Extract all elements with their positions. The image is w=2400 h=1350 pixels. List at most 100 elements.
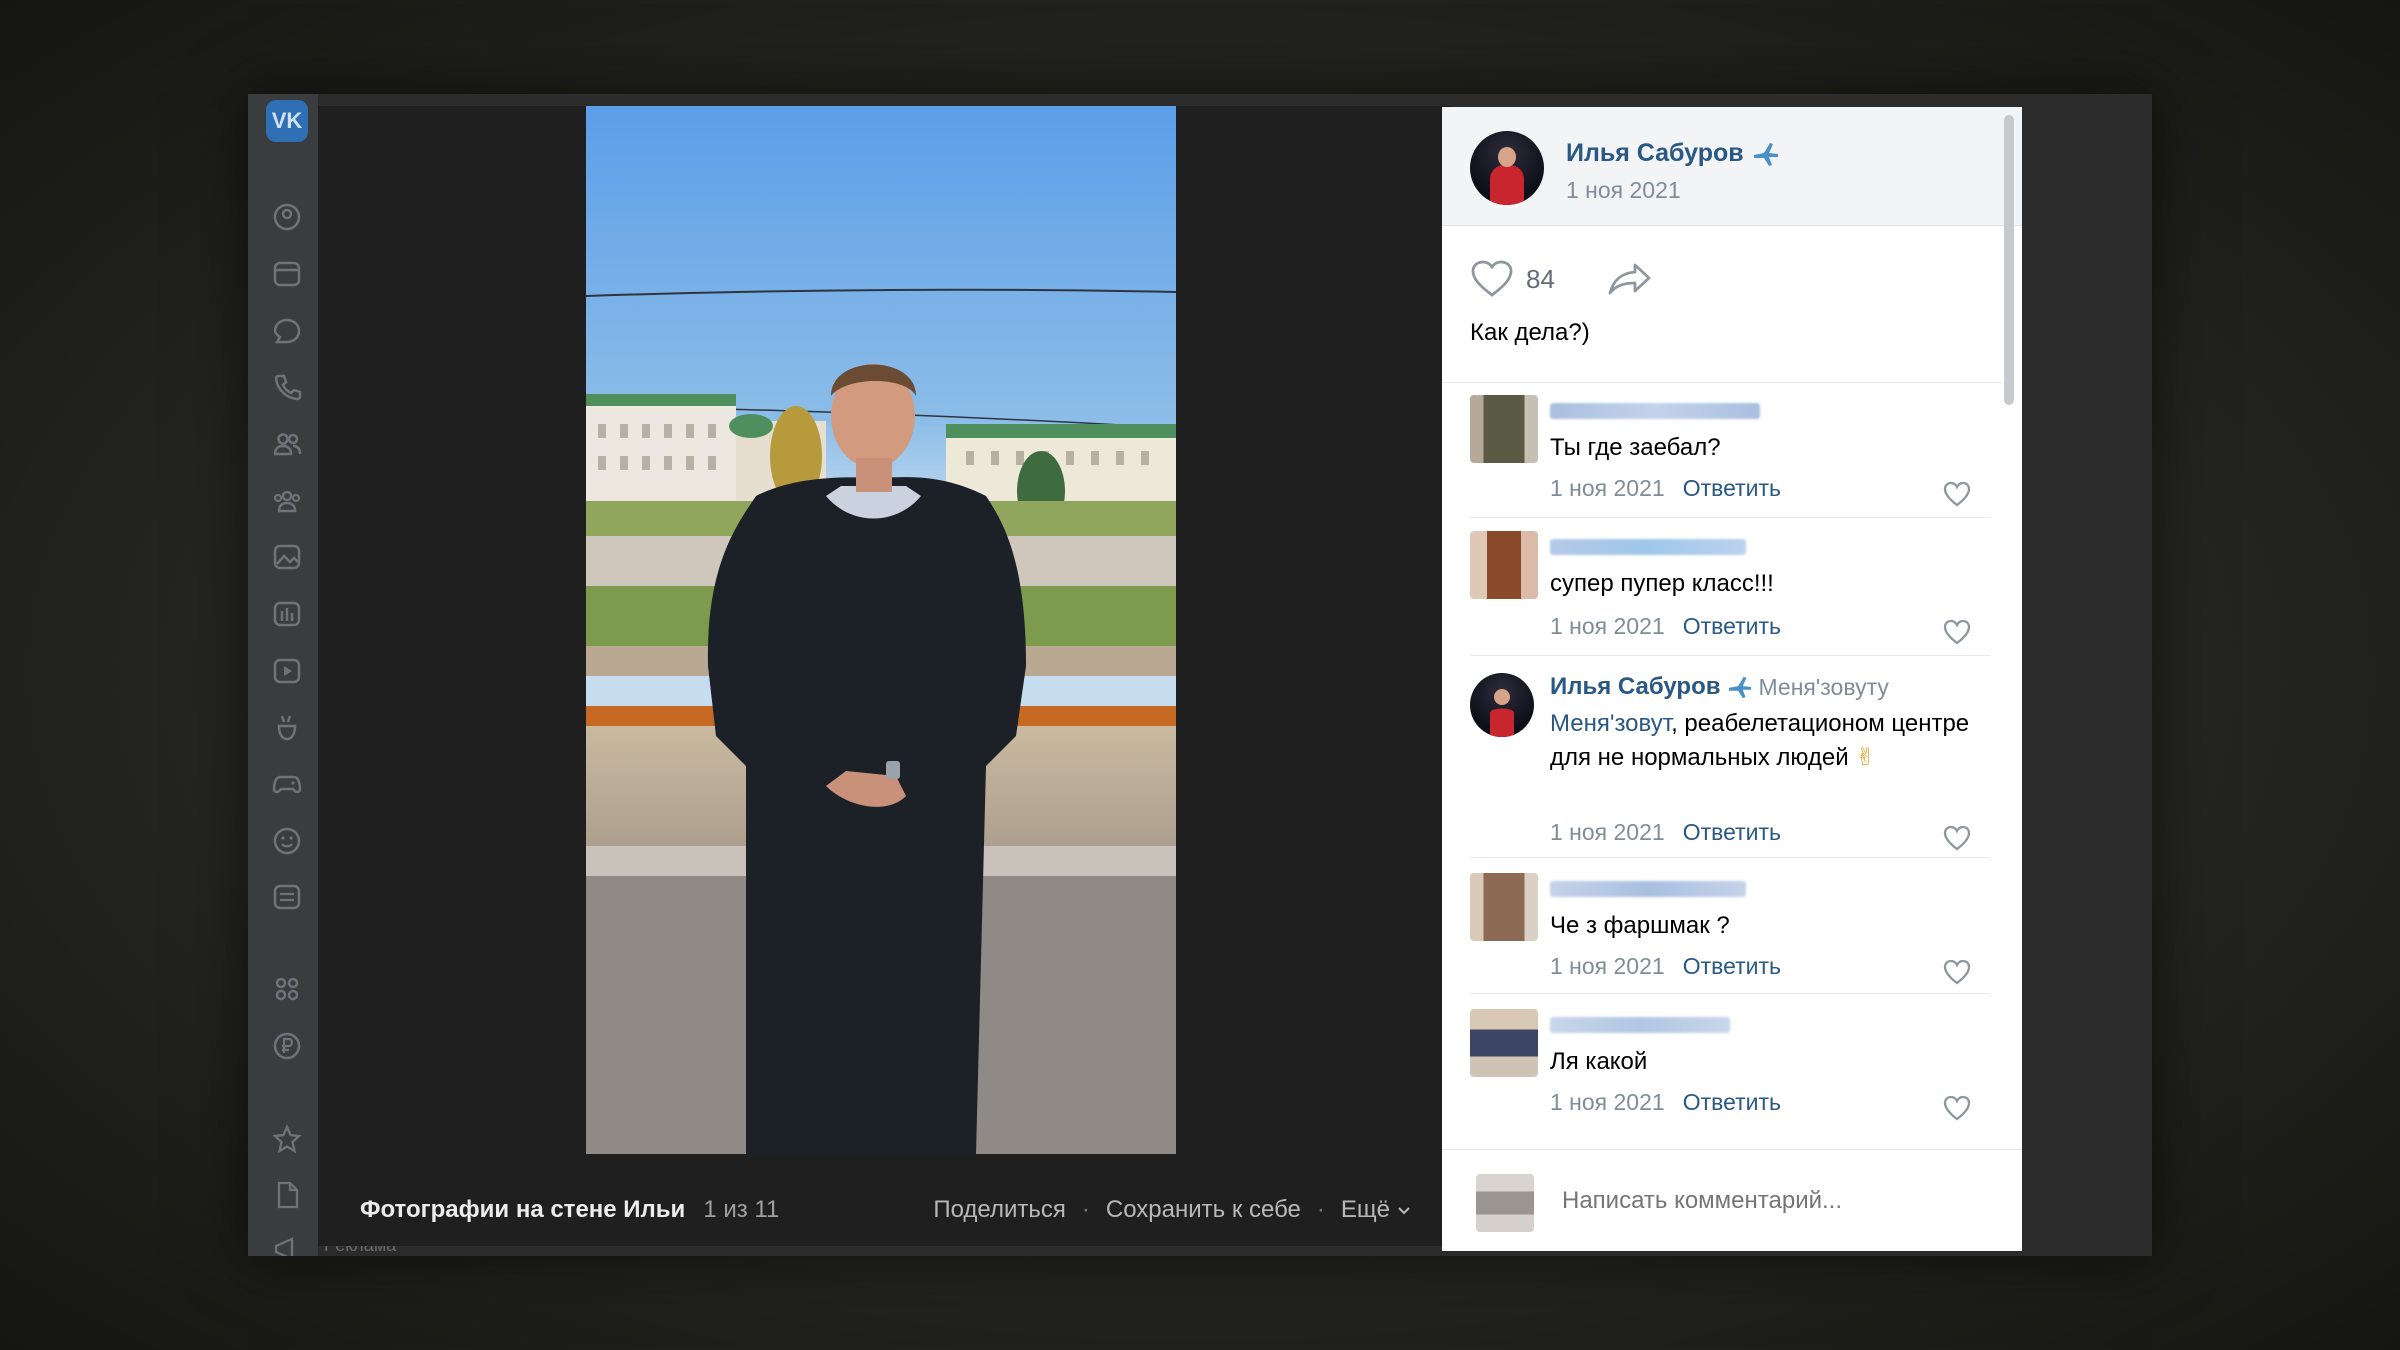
comment-date[interactable]: 1 ноя 2021 [1550,819,1665,845]
scrollbar[interactable] [2004,115,2014,405]
mention-link[interactable]: Меня'зовут [1550,710,1671,737]
comment-item: Че з фаршмак ? 1 ноя 2021 Ответить [1470,873,1990,985]
post-side-panel: Илья Сабуров 1 ноя 2021 84 Как дела?) Ты… [1442,107,2022,1251]
comment-meta: 1 ноя 2021 Ответить [1550,1089,1781,1116]
commenter-name-blurred[interactable] [1550,1017,1730,1033]
comment-like-icon[interactable] [1942,1093,1972,1123]
photo-image [586,106,1176,1154]
comment-like-icon[interactable] [1942,823,1972,853]
album-title[interactable]: Фотографии на стене Ильи [360,1196,685,1224]
comment-like-icon[interactable] [1942,957,1972,987]
comment-item: Илья Сабуров Меня'зовуту Меня'зовут, реа… [1470,673,1990,873]
vk-pay-icon[interactable] [272,1031,302,1061]
share-button[interactable]: Поделиться [933,1196,1066,1224]
reply-to-name[interactable]: Меня'зовуту [1759,674,1889,701]
comment-composer [1442,1149,2022,1251]
chevron-down-icon [1398,1207,1410,1215]
commenter-name-blurred[interactable] [1550,403,1760,419]
comment-text: Ты где заебал? [1550,434,1721,461]
separator: · [1081,1196,1090,1223]
divider [1470,655,1990,656]
comment-date[interactable]: 1 ноя 2021 [1550,953,1665,979]
comment-author-name: Илья Сабуров [1550,673,1721,700]
post-actions: 84 [1470,259,1653,299]
reply-button[interactable]: Ответить [1683,613,1781,639]
comment-date[interactable]: 1 ноя 2021 [1550,613,1665,639]
communities-icon[interactable] [272,486,302,516]
commenter-avatar[interactable] [1470,673,1534,737]
ads-icon[interactable] [272,1234,302,1256]
airplane-icon [1753,142,1778,166]
calls-icon[interactable] [272,372,302,402]
divider [1470,857,1990,858]
photo-viewer: Фотографии на стене Ильи 1 из 11 Поделит… [318,106,1452,1246]
post-text: Как дела?) [1470,319,1590,346]
comment-meta: 1 ноя 2021 Ответить [1550,475,1781,502]
comment-author[interactable]: Илья Сабуров Меня'зовуту [1550,673,1889,701]
commenter-avatar-blurred[interactable] [1470,1009,1538,1077]
divider [1470,517,1990,518]
comment-like-icon[interactable] [1942,617,1972,647]
comment-text: супер пупер класс!!! [1550,570,1774,597]
profile-icon[interactable] [272,202,302,232]
post-header: Илья Сабуров 1 ноя 2021 [1442,107,2022,226]
share-arrow-icon[interactable] [1607,261,1653,297]
comment-text-block: Меня'зовут, реабелетационом центре для н… [1550,707,1980,775]
reply-button[interactable]: Ответить [1683,1089,1781,1115]
comment-item: Ля какой 1 ноя 2021 Ответить [1470,1009,1990,1121]
commenter-avatar-blurred[interactable] [1470,395,1538,463]
commenter-name-blurred[interactable] [1550,539,1746,555]
viewer-toolbar: Фотографии на стене Ильи 1 из 11 Поделит… [318,1174,1452,1246]
author-avatar[interactable] [1470,131,1544,205]
comment-text: Ля какой [1550,1048,1648,1075]
comment-meta: 1 ноя 2021 Ответить [1550,953,1781,980]
vk-logo[interactable]: VK [266,100,308,142]
bookmarks-icon[interactable] [272,1124,302,1154]
photo-counter: 1 из 11 [703,1196,780,1223]
avatar-image [1490,689,1514,737]
files-icon[interactable] [272,1180,302,1210]
divider [1470,993,1990,994]
comment-like-icon[interactable] [1942,479,1972,509]
commenter-name-blurred[interactable] [1550,881,1746,897]
clips-icon[interactable] [272,712,302,742]
services-icon[interactable] [272,974,302,1004]
music-icon[interactable] [272,599,302,629]
news-icon[interactable] [272,259,302,289]
author-name-text: Илья Сабуров [1566,139,1744,167]
author-name[interactable]: Илья Сабуров [1566,139,1780,168]
comment-input[interactable] [1560,1186,1984,1216]
comment-text: Че з фаршмак ? [1550,912,1730,939]
airplane-icon [1728,676,1751,699]
victory-hand-emoji: ✌ [1855,744,1876,771]
reply-button[interactable]: Ответить [1683,475,1781,501]
separator: · [1316,1196,1325,1223]
more-button[interactable]: Ещё [1341,1196,1412,1224]
divider [1442,382,2002,383]
current-user-avatar-blurred [1476,1174,1534,1232]
comment-item: Ты где заебал? 1 ноя 2021 Ответить [1470,395,1990,507]
comment-meta: 1 ноя 2021 Ответить [1550,613,1781,640]
reply-button[interactable]: Ответить [1683,819,1781,845]
video-icon[interactable] [272,656,302,686]
messages-icon[interactable] [272,316,302,346]
photos-icon[interactable] [272,542,302,572]
comment-item: супер пупер класс!!! 1 ноя 2021 Ответить [1470,531,1990,645]
commenter-avatar-blurred[interactable] [1470,531,1538,599]
vk-left-sidebar: VK [248,94,318,1256]
commenter-avatar-blurred[interactable] [1470,873,1538,941]
save-button[interactable]: Сохранить к себе [1106,1196,1301,1224]
friends-icon[interactable] [272,429,302,459]
comment-meta: 1 ноя 2021 Ответить [1550,819,1781,846]
comment-date[interactable]: 1 ноя 2021 [1550,475,1665,501]
wall-photo[interactable] [586,106,1176,1154]
like-heart-icon[interactable] [1470,259,1514,299]
reply-button[interactable]: Ответить [1683,953,1781,979]
more-label: Ещё [1340,1196,1390,1223]
like-count: 84 [1526,263,1555,294]
market-icon[interactable] [272,882,302,912]
games-icon[interactable] [272,769,302,799]
post-date[interactable]: 1 ноя 2021 [1566,177,1681,204]
comment-date[interactable]: 1 ноя 2021 [1550,1089,1665,1115]
stickers-icon[interactable] [272,826,302,856]
